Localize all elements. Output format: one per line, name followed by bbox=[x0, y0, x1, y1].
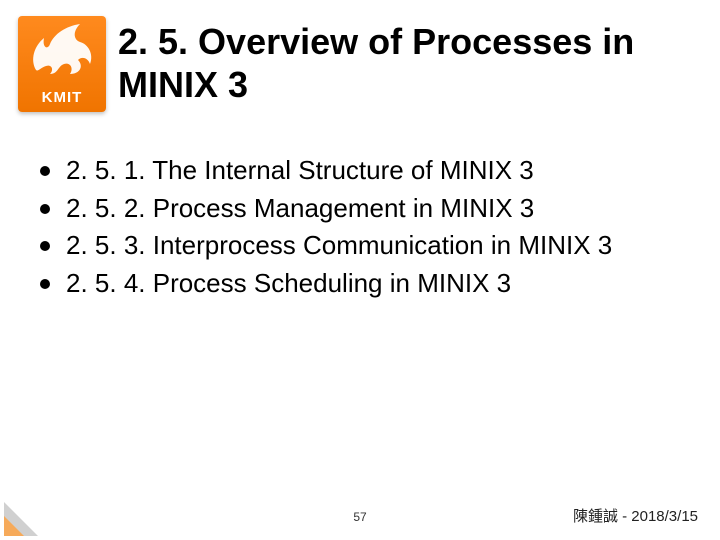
slide: KMIT 2. 5. Overview of Processes in MINI… bbox=[0, 0, 720, 540]
logo-label: KMIT bbox=[18, 89, 106, 106]
kmit-logo: KMIT bbox=[18, 16, 106, 112]
footer-author-date: 陳鍾誠 - 2018/3/15 bbox=[573, 505, 698, 526]
slide-title: 2. 5. Overview of Processes in MINIX 3 bbox=[118, 20, 698, 106]
list-item: 2. 5. 2. Process Management in MINIX 3 bbox=[36, 190, 686, 228]
list-item: 2. 5. 3. Interprocess Communication in M… bbox=[36, 227, 686, 265]
flame-icon bbox=[24, 20, 100, 78]
list-item: 2. 5. 1. The Internal Structure of MINIX… bbox=[36, 152, 686, 190]
list-item: 2. 5. 4. Process Scheduling in MINIX 3 bbox=[36, 265, 686, 303]
bullet-list: 2. 5. 1. The Internal Structure of MINIX… bbox=[36, 152, 686, 303]
